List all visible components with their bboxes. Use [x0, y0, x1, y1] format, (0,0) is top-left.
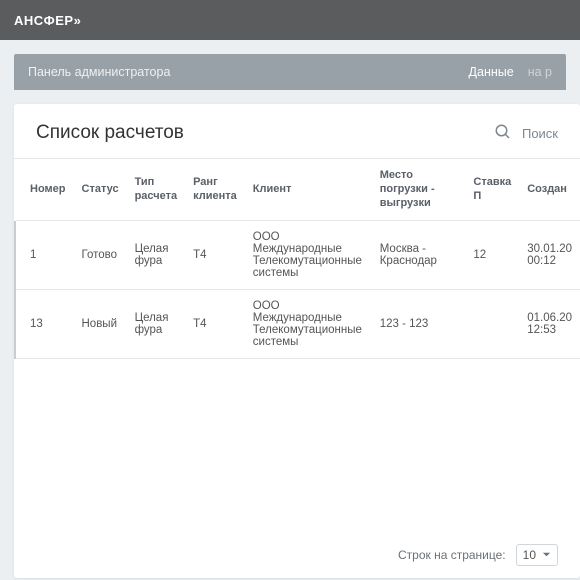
table-header-row: Номер Статус Тип расчета Ранг клиента Кл… — [15, 159, 580, 221]
col-rank[interactable]: Ранг клиента — [185, 159, 245, 221]
cell-rank: T4 — [185, 221, 245, 290]
tab-secondary[interactable]: на р — [528, 65, 552, 79]
rows-per-page-select[interactable]: 10 — [516, 544, 558, 566]
col-status[interactable]: Статус — [74, 159, 127, 221]
cell-num: 13 — [15, 290, 74, 359]
table-wrap: Номер Статус Тип расчета Ранг клиента Кл… — [14, 158, 580, 536]
rows-per-page-label: Строк на странице: — [398, 548, 506, 562]
calculations-table: Номер Статус Тип расчета Ранг клиента Кл… — [14, 159, 580, 359]
col-created[interactable]: Создан — [519, 159, 580, 221]
pager: Строк на странице: 10 — [14, 536, 580, 566]
cell-created: 30.01.20 00:12 — [519, 221, 580, 290]
table-row[interactable]: 13НовыйЦелая фураT4ООО Международные Тел… — [15, 290, 580, 359]
cell-client: ООО Международные Телекомутационные сист… — [245, 221, 372, 290]
cell-rate: 12 — [465, 221, 519, 290]
cell-type: Целая фура — [127, 290, 186, 359]
admin-panel-label: Панель администратора — [28, 65, 170, 79]
col-number[interactable]: Номер — [15, 159, 74, 221]
chevron-down-icon — [542, 548, 551, 562]
search-box[interactable]: Поиск — [494, 123, 558, 144]
tab-data[interactable]: Данные — [469, 65, 514, 79]
cell-route: 123 - 123 — [372, 290, 466, 359]
sub-bar: Панель администратора Данные на р — [14, 54, 566, 90]
calculations-card: Список расчетов Поиск Номер Статус Тип р… — [14, 104, 580, 578]
search-icon — [494, 123, 512, 144]
cell-rank: T4 — [185, 290, 245, 359]
top-bar: АНСФЕР» — [0, 0, 580, 40]
cell-client: ООО Международные Телекомутационные сист… — [245, 290, 372, 359]
card-header: Список расчетов Поиск — [14, 122, 580, 158]
table-row[interactable]: 1ГотовоЦелая фураT4ООО Международные Тел… — [15, 221, 580, 290]
col-route[interactable]: Место погрузки - выгрузки — [372, 159, 466, 221]
col-rate[interactable]: Ставка П — [465, 159, 519, 221]
rows-per-page-value: 10 — [523, 548, 536, 562]
card-title: Список расчетов — [36, 122, 494, 144]
cell-num: 1 — [15, 221, 74, 290]
cell-route: Москва - Краснодар — [372, 221, 466, 290]
cell-rate — [465, 290, 519, 359]
cell-status: Новый — [74, 290, 127, 359]
cell-status: Готово — [74, 221, 127, 290]
search-placeholder: Поиск — [522, 126, 558, 141]
cell-created: 01.06.20 12:53 — [519, 290, 580, 359]
col-type[interactable]: Тип расчета — [127, 159, 186, 221]
col-client[interactable]: Клиент — [245, 159, 372, 221]
brand-text: АНСФЕР» — [14, 13, 81, 28]
cell-type: Целая фура — [127, 221, 186, 290]
